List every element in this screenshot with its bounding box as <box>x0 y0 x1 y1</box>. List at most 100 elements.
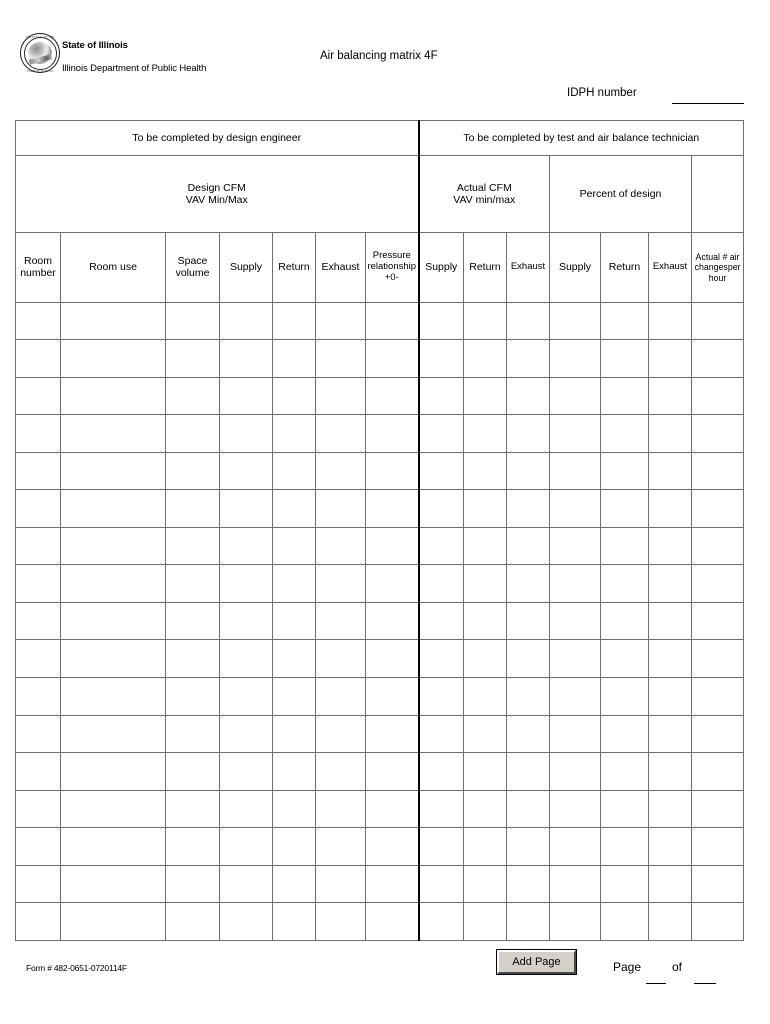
cell-design-return[interactable] <box>272 864 316 904</box>
cell-air-changes[interactable] <box>691 864 745 904</box>
cell-air-changes[interactable] <box>691 714 745 754</box>
cell-percent-exhaust[interactable] <box>648 564 693 603</box>
cell-room-number[interactable] <box>15 489 61 528</box>
cell-design-return[interactable] <box>272 902 316 941</box>
cell-actual-exhaust[interactable] <box>506 339 551 378</box>
cell-space-volume[interactable] <box>165 864 220 904</box>
cell-percent-return[interactable] <box>600 639 650 679</box>
cell-air-changes[interactable] <box>691 601 745 641</box>
cell-actual-exhaust[interactable] <box>506 714 551 754</box>
cell-room-number[interactable] <box>15 376 61 416</box>
cell-percent-supply[interactable] <box>549 639 602 679</box>
cell-design-return[interactable] <box>272 714 316 754</box>
cell-room-number[interactable] <box>15 677 61 716</box>
cell-design-exhaust[interactable] <box>315 489 366 528</box>
cell-actual-exhaust[interactable] <box>506 864 551 904</box>
cell-actual-exhaust[interactable] <box>506 677 551 716</box>
cell-design-supply[interactable] <box>219 601 273 641</box>
cell-percent-exhaust[interactable] <box>648 526 693 566</box>
cell-percent-supply[interactable] <box>549 827 602 866</box>
cell-percent-return[interactable] <box>600 339 650 378</box>
cell-pressure-relationship[interactable] <box>364 752 420 791</box>
cell-actual-supply[interactable] <box>418 789 465 829</box>
cell-room-number[interactable] <box>15 864 61 904</box>
cell-room-use[interactable] <box>60 526 166 566</box>
cell-room-number[interactable] <box>15 639 61 679</box>
cell-actual-supply[interactable] <box>418 601 465 641</box>
cell-design-return[interactable] <box>272 414 316 453</box>
cell-actual-supply[interactable] <box>418 489 465 528</box>
cell-pressure-relationship[interactable] <box>364 376 420 416</box>
cell-design-supply[interactable] <box>219 677 273 716</box>
cell-room-number[interactable] <box>15 451 61 491</box>
cell-space-volume[interactable] <box>165 339 220 378</box>
cell-space-volume[interactable] <box>165 301 220 341</box>
cell-actual-exhaust[interactable] <box>506 451 551 491</box>
cell-percent-supply[interactable] <box>549 902 602 941</box>
cell-design-return[interactable] <box>272 564 316 603</box>
cell-actual-supply[interactable] <box>418 827 465 866</box>
cell-actual-supply[interactable] <box>418 677 465 716</box>
cell-actual-exhaust[interactable] <box>506 902 551 941</box>
cell-room-use[interactable] <box>60 902 166 941</box>
cell-room-number[interactable] <box>15 752 61 791</box>
cell-design-return[interactable] <box>272 827 316 866</box>
cell-design-supply[interactable] <box>219 376 273 416</box>
cell-design-supply[interactable] <box>219 827 273 866</box>
cell-air-changes[interactable] <box>691 789 745 829</box>
cell-actual-supply[interactable] <box>418 301 465 341</box>
cell-air-changes[interactable] <box>691 564 745 603</box>
cell-air-changes[interactable] <box>691 301 745 341</box>
cell-design-exhaust[interactable] <box>315 301 366 341</box>
cell-pressure-relationship[interactable] <box>364 789 420 829</box>
cell-percent-supply[interactable] <box>549 451 602 491</box>
cell-air-changes[interactable] <box>691 376 745 416</box>
cell-percent-supply[interactable] <box>549 339 602 378</box>
cell-percent-supply[interactable] <box>549 714 602 754</box>
cell-percent-return[interactable] <box>600 526 650 566</box>
cell-pressure-relationship[interactable] <box>364 339 420 378</box>
cell-percent-supply[interactable] <box>549 414 602 453</box>
cell-space-volume[interactable] <box>165 827 220 866</box>
cell-pressure-relationship[interactable] <box>364 564 420 603</box>
cell-design-return[interactable] <box>272 639 316 679</box>
cell-room-number[interactable] <box>15 714 61 754</box>
cell-design-return[interactable] <box>272 677 316 716</box>
cell-air-changes[interactable] <box>691 526 745 566</box>
cell-design-exhaust[interactable] <box>315 564 366 603</box>
cell-actual-supply[interactable] <box>418 451 465 491</box>
cell-percent-supply[interactable] <box>549 601 602 641</box>
cell-pressure-relationship[interactable] <box>364 902 420 941</box>
cell-space-volume[interactable] <box>165 639 220 679</box>
cell-air-changes[interactable] <box>691 902 745 941</box>
cell-actual-return[interactable] <box>463 301 508 341</box>
cell-percent-exhaust[interactable] <box>648 714 693 754</box>
cell-room-number[interactable] <box>15 414 61 453</box>
cell-design-supply[interactable] <box>219 639 273 679</box>
cell-space-volume[interactable] <box>165 526 220 566</box>
cell-actual-exhaust[interactable] <box>506 827 551 866</box>
cell-design-supply[interactable] <box>219 714 273 754</box>
cell-percent-return[interactable] <box>600 601 650 641</box>
cell-room-use[interactable] <box>60 564 166 603</box>
cell-space-volume[interactable] <box>165 714 220 754</box>
cell-design-return[interactable] <box>272 489 316 528</box>
cell-actual-return[interactable] <box>463 376 508 416</box>
cell-design-supply[interactable] <box>219 564 273 603</box>
cell-percent-supply[interactable] <box>549 752 602 791</box>
cell-actual-return[interactable] <box>463 677 508 716</box>
cell-design-supply[interactable] <box>219 864 273 904</box>
cell-pressure-relationship[interactable] <box>364 414 420 453</box>
cell-design-return[interactable] <box>272 601 316 641</box>
cell-percent-exhaust[interactable] <box>648 601 693 641</box>
cell-room-number[interactable] <box>15 339 61 378</box>
cell-room-use[interactable] <box>60 677 166 716</box>
cell-room-use[interactable] <box>60 639 166 679</box>
cell-space-volume[interactable] <box>165 414 220 453</box>
cell-air-changes[interactable] <box>691 451 745 491</box>
cell-design-exhaust[interactable] <box>315 601 366 641</box>
cell-room-use[interactable] <box>60 827 166 866</box>
cell-air-changes[interactable] <box>691 639 745 679</box>
cell-design-exhaust[interactable] <box>315 752 366 791</box>
cell-actual-return[interactable] <box>463 339 508 378</box>
